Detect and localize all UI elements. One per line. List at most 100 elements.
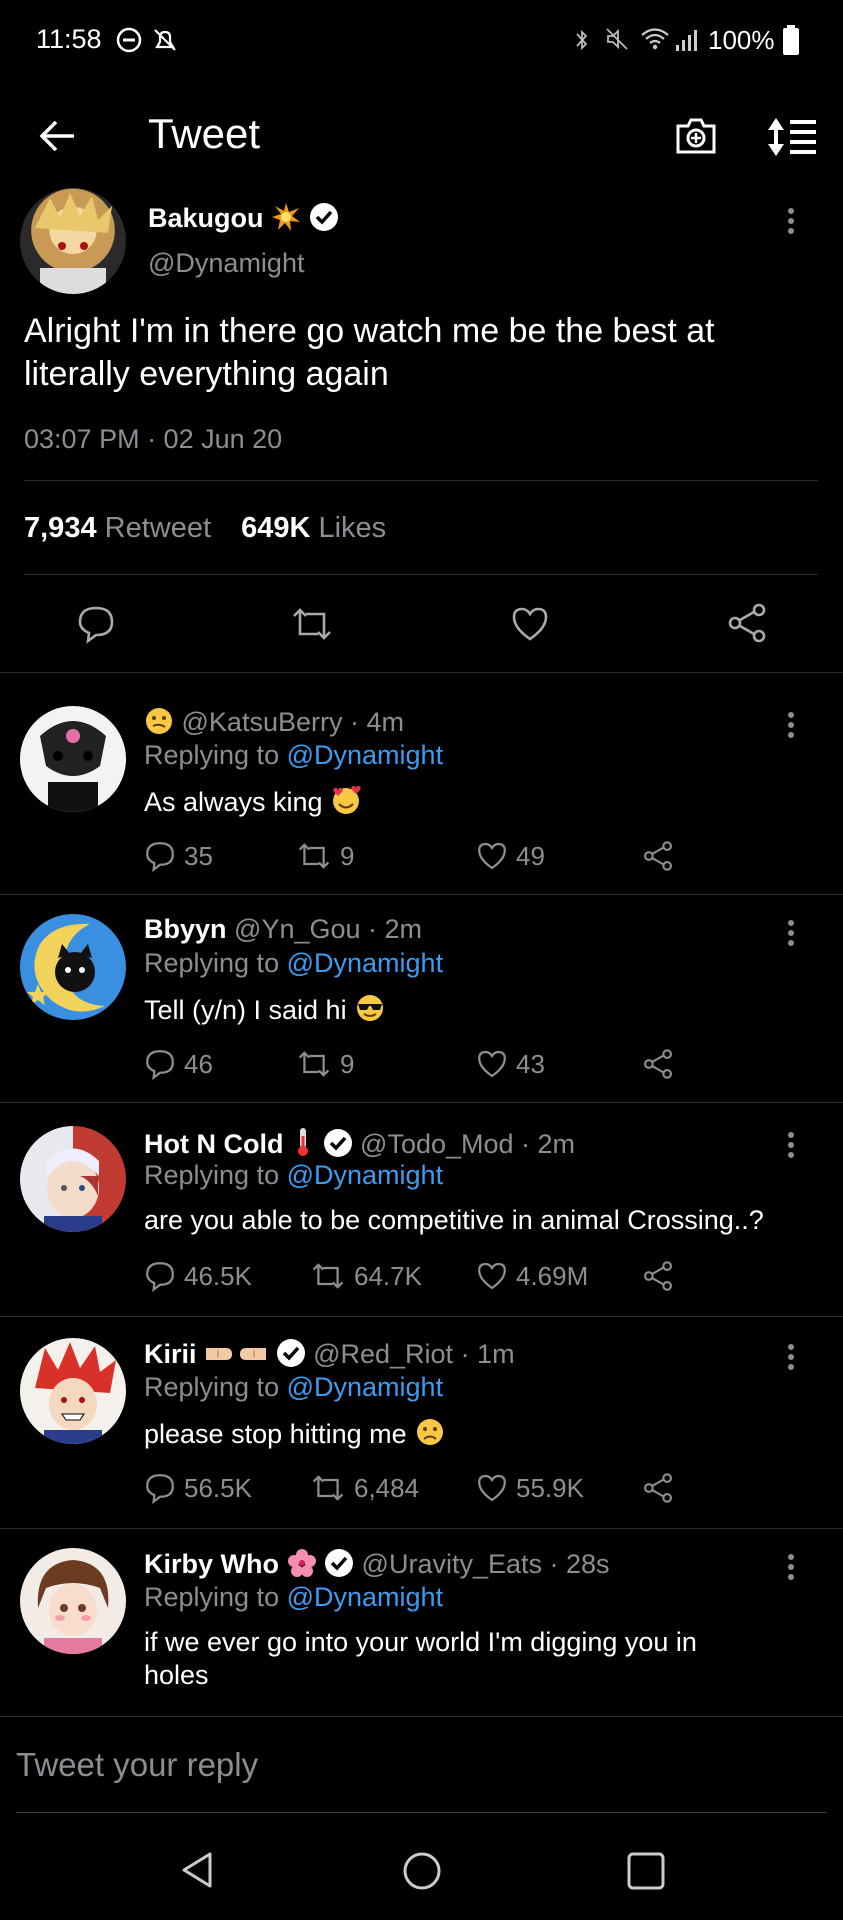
avatar[interactable] bbox=[20, 188, 126, 294]
share-action[interactable] bbox=[642, 1048, 674, 1080]
retweet-icon[interactable] bbox=[290, 604, 334, 644]
like-label[interactable]: Likes bbox=[318, 512, 386, 544]
like-action[interactable]: 55.9K bbox=[476, 1472, 584, 1504]
reply-input[interactable] bbox=[16, 1740, 816, 1790]
reply-text: if we ever go into your world I'm diggin… bbox=[144, 1627, 697, 1690]
avatar[interactable] bbox=[20, 914, 126, 1020]
replying-to-label: Replying to bbox=[144, 948, 280, 978]
divider bbox=[0, 1316, 843, 1317]
reply-text: As always king bbox=[144, 787, 323, 817]
verified-badge-icon bbox=[323, 1128, 353, 1158]
reply-header: Bbyyn @Yn_Gou · 2m bbox=[144, 914, 422, 945]
reply-author-name[interactable]: Hot N Cold bbox=[144, 1129, 283, 1159]
replying-to-handle[interactable]: @Dynamight bbox=[287, 740, 443, 770]
like-heart-icon bbox=[478, 842, 506, 870]
reply-handle[interactable]: @Todo_Mod bbox=[360, 1129, 514, 1159]
woozy-face-emoji-icon bbox=[144, 706, 174, 736]
explosion-emoji-icon bbox=[271, 202, 301, 232]
comment-action[interactable]: 56.5K bbox=[144, 1472, 252, 1504]
comment-icon bbox=[146, 842, 174, 872]
comment-count: 46 bbox=[184, 1048, 213, 1079]
retweet-count: 6,484 bbox=[354, 1472, 420, 1503]
replying-to: Replying to @Dynamight bbox=[144, 1160, 443, 1191]
like-action[interactable]: 49 bbox=[476, 840, 545, 872]
retweet-action[interactable]: 9 bbox=[296, 840, 354, 872]
recents-square-icon[interactable] bbox=[626, 1851, 666, 1891]
reply-author-name[interactable]: Bbyyn bbox=[144, 914, 227, 944]
divider bbox=[0, 672, 843, 673]
home-circle-icon[interactable] bbox=[402, 1851, 442, 1891]
like-action[interactable]: 43 bbox=[476, 1048, 545, 1080]
back-arrow-icon[interactable] bbox=[38, 116, 78, 156]
like-heart-icon bbox=[478, 1050, 506, 1078]
replying-to-label: Replying to bbox=[144, 1160, 280, 1190]
avatar[interactable] bbox=[20, 1126, 126, 1232]
reply-header: Kirii @Red_Riot · 1m bbox=[144, 1338, 515, 1370]
replying-to-handle[interactable]: @Dynamight bbox=[287, 1372, 443, 1402]
more-options-icon[interactable] bbox=[785, 710, 797, 740]
comment-count: 46.5K bbox=[184, 1260, 252, 1291]
retweet-action[interactable]: 64.7K bbox=[310, 1260, 422, 1292]
share-action[interactable] bbox=[642, 840, 674, 872]
share-icon[interactable] bbox=[726, 602, 768, 644]
author-name-row[interactable]: Bakugou bbox=[148, 202, 339, 234]
comment-icon[interactable] bbox=[76, 604, 116, 644]
like-count[interactable]: 649K bbox=[241, 512, 310, 544]
replying-to-handle[interactable]: @Dynamight bbox=[287, 948, 443, 978]
retweet-count[interactable]: 7,934 bbox=[24, 512, 97, 544]
more-options-icon[interactable] bbox=[785, 918, 797, 948]
like-count: 49 bbox=[516, 840, 545, 871]
replying-to: Replying to @Dynamight bbox=[144, 1372, 443, 1403]
share-action[interactable] bbox=[642, 1260, 674, 1292]
share-action[interactable] bbox=[642, 1472, 674, 1504]
smiling-face-with-hearts-emoji-icon bbox=[330, 784, 362, 816]
retweet-action[interactable]: 6,484 bbox=[310, 1472, 419, 1504]
replying-to-handle[interactable]: @Dynamight bbox=[287, 1160, 443, 1190]
more-options-icon[interactable] bbox=[785, 1130, 797, 1160]
signal-icon bbox=[674, 27, 700, 53]
replying-to-label: Replying to bbox=[144, 1372, 280, 1402]
more-options-icon[interactable] bbox=[785, 1552, 797, 1582]
author-name[interactable]: Bakugou bbox=[148, 203, 264, 233]
like-count: 55.9K bbox=[516, 1472, 584, 1503]
divider bbox=[0, 1528, 843, 1529]
reply-time: · 2m bbox=[368, 914, 423, 944]
divider bbox=[0, 1102, 843, 1103]
replying-to-handle[interactable]: @Dynamight bbox=[287, 1582, 443, 1612]
back-triangle-icon[interactable] bbox=[178, 1850, 216, 1890]
reply-handle[interactable]: @KatsuBerry bbox=[182, 707, 343, 737]
comment-action[interactable]: 46 bbox=[144, 1048, 213, 1080]
retweet-label[interactable]: Retweet bbox=[105, 512, 211, 544]
fist-bump-emoji-icon bbox=[204, 1338, 268, 1368]
reply-handle[interactable]: @Red_Riot bbox=[313, 1339, 453, 1369]
reply-handle[interactable]: @Uravity_Eats bbox=[362, 1549, 542, 1579]
comment-action[interactable]: 35 bbox=[144, 840, 213, 872]
engagement-stats: 7,934 Retweet 649K Likes bbox=[24, 512, 386, 545]
comment-count: 35 bbox=[184, 840, 213, 871]
avatar[interactable] bbox=[20, 1338, 126, 1444]
like-heart-icon[interactable] bbox=[510, 604, 550, 644]
sunglasses-emoji-icon bbox=[354, 992, 386, 1024]
comment-icon bbox=[146, 1050, 174, 1080]
more-options-icon[interactable] bbox=[785, 206, 797, 236]
avatar[interactable] bbox=[20, 1548, 126, 1654]
verified-badge-icon bbox=[309, 202, 339, 232]
avatar[interactable] bbox=[20, 706, 126, 812]
like-action[interactable]: 4.69M bbox=[476, 1260, 588, 1292]
reply-item[interactable]: Kirby Who @Uravity_Eats · 28s Replying t… bbox=[0, 1548, 843, 1718]
reply-item[interactable]: Bbyyn @Yn_Gou · 2m Replying to @Dynamigh… bbox=[0, 914, 843, 1102]
reply-handle[interactable]: @Yn_Gou bbox=[234, 914, 360, 944]
comment-action[interactable]: 46.5K bbox=[144, 1260, 252, 1292]
author-handle[interactable]: @Dynamight bbox=[148, 248, 304, 279]
reply-item[interactable]: Hot N Cold @Todo_Mod · 2m Replying to @D… bbox=[0, 1126, 843, 1314]
retweet-action[interactable]: 9 bbox=[296, 1048, 354, 1080]
reply-item[interactable]: Kirii @Red_Riot · 1m Replying to @Dynami… bbox=[0, 1338, 843, 1526]
divider bbox=[0, 894, 843, 895]
divider bbox=[24, 574, 818, 575]
reply-author-name[interactable]: Kirii bbox=[144, 1339, 197, 1369]
sort-icon[interactable] bbox=[766, 116, 820, 158]
reply-item[interactable]: @KatsuBerry · 4m Replying to @Dynamight … bbox=[0, 706, 843, 894]
reply-author-name[interactable]: Kirby Who bbox=[144, 1549, 279, 1579]
more-options-icon[interactable] bbox=[785, 1342, 797, 1372]
camera-icon[interactable] bbox=[674, 114, 718, 158]
